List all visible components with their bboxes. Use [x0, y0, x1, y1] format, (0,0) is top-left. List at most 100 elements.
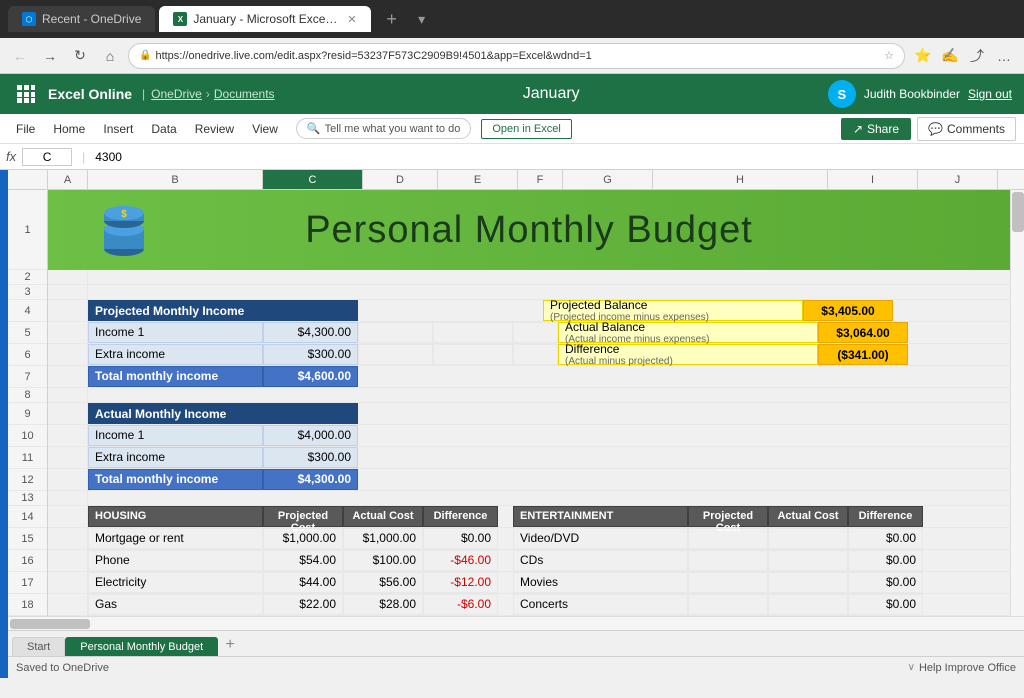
- row-header-3[interactable]: 3: [8, 285, 47, 300]
- back-button[interactable]: ←: [8, 44, 32, 68]
- proj-extra-income-value[interactable]: $300.00: [263, 344, 358, 365]
- ent-row-2-diff[interactable]: $0.00: [848, 550, 923, 571]
- col-header-d[interactable]: D: [363, 170, 438, 189]
- housing-row-2-actual[interactable]: $100.00: [343, 550, 423, 571]
- housing-row-2-label[interactable]: Phone: [88, 550, 263, 571]
- col-header-b[interactable]: B: [88, 170, 263, 189]
- actual-balance-value-cell[interactable]: $3,064.00: [818, 322, 908, 343]
- ent-row-2-label[interactable]: CDs: [513, 550, 688, 571]
- extensions-button[interactable]: ⭐: [911, 44, 935, 68]
- ent-row-3-proj[interactable]: [688, 572, 768, 593]
- open-in-excel-button[interactable]: Open in Excel: [481, 119, 571, 139]
- signout-button[interactable]: Sign out: [968, 87, 1012, 101]
- row-header-14[interactable]: 14: [8, 506, 47, 528]
- actual-total-value[interactable]: $4,300.00: [263, 469, 358, 490]
- proj-total-label[interactable]: Total monthly income: [88, 366, 263, 387]
- menu-view[interactable]: View: [244, 118, 286, 140]
- row-header-17[interactable]: 17: [8, 572, 47, 594]
- breadcrumb-documents[interactable]: Documents: [214, 87, 275, 101]
- actual-total-label[interactable]: Total monthly income: [88, 469, 263, 490]
- row-header-13[interactable]: 13: [8, 491, 47, 506]
- housing-row-1-diff[interactable]: $0.00: [423, 528, 498, 549]
- ent-row-1-actual[interactable]: [768, 528, 848, 549]
- ent-col-header[interactable]: ENTERTAINMENT: [513, 506, 688, 527]
- sheet-tab-budget[interactable]: Personal Monthly Budget: [65, 637, 218, 656]
- row-header-8[interactable]: 8: [8, 388, 47, 403]
- sheet-tab-start[interactable]: Start: [12, 637, 65, 656]
- actual-income-1-label[interactable]: Income 1: [88, 425, 263, 446]
- housing-row-1-proj[interactable]: $1,000.00: [263, 528, 343, 549]
- col-header-e[interactable]: E: [438, 170, 518, 189]
- housing-proj-header[interactable]: Projected Cost: [263, 506, 343, 527]
- housing-row-1-actual[interactable]: $1,000.00: [343, 528, 423, 549]
- ent-row-2-proj[interactable]: [688, 550, 768, 571]
- menu-insert[interactable]: Insert: [95, 118, 141, 140]
- ent-row-3-actual[interactable]: [768, 572, 848, 593]
- comments-button[interactable]: 💬 Comments: [917, 117, 1016, 141]
- housing-col-header[interactable]: HOUSING: [88, 506, 263, 527]
- actual-extra-income-label[interactable]: Extra income: [88, 447, 263, 468]
- col-header-f[interactable]: F: [518, 170, 563, 189]
- proj-balance-value-cell[interactable]: $3,405.00: [803, 300, 893, 321]
- housing-row-2-diff[interactable]: -$46.00: [423, 550, 498, 571]
- row-header-12[interactable]: 12: [8, 469, 47, 491]
- difference-label-cell[interactable]: Difference (Actual minus projected): [558, 344, 818, 365]
- actual-income-header[interactable]: Actual Monthly Income: [88, 403, 358, 424]
- tab-excel[interactable]: X January - Microsoft Exce… ✕: [159, 6, 370, 32]
- proj-income-1-label[interactable]: Income 1: [88, 322, 263, 343]
- row-header-18[interactable]: 18: [8, 594, 47, 616]
- actual-extra-income-value[interactable]: $300.00: [263, 447, 358, 468]
- account-button[interactable]: ✍: [938, 44, 962, 68]
- home-button[interactable]: ⌂: [98, 44, 122, 68]
- proj-income-header[interactable]: Projected Monthly Income: [88, 300, 358, 321]
- menu-file[interactable]: File: [8, 118, 43, 140]
- col-header-a[interactable]: A: [48, 170, 88, 189]
- ent-row-4-diff[interactable]: $0.00: [848, 594, 923, 615]
- ent-row-1-diff[interactable]: $0.00: [848, 528, 923, 549]
- proj-total-value[interactable]: $4,600.00: [263, 366, 358, 387]
- cell-reference-input[interactable]: [22, 148, 72, 166]
- ent-row-2-actual[interactable]: [768, 550, 848, 571]
- tell-me-input[interactable]: 🔍 Tell me what you want to do: [296, 118, 471, 139]
- housing-row-3-proj[interactable]: $44.00: [263, 572, 343, 593]
- housing-row-1-label[interactable]: Mortgage or rent: [88, 528, 263, 549]
- row-header-4[interactable]: 4: [8, 300, 47, 322]
- ent-row-4-label[interactable]: Concerts: [513, 594, 688, 615]
- housing-actual-header[interactable]: Actual Cost: [343, 506, 423, 527]
- scrollbar-thumb[interactable]: [1012, 192, 1024, 232]
- skype-icon[interactable]: S: [828, 80, 856, 108]
- settings-button[interactable]: …: [992, 44, 1016, 68]
- h-scrollbar-thumb[interactable]: [10, 619, 90, 629]
- breadcrumb-onedrive[interactable]: OneDrive: [151, 87, 202, 101]
- address-bar[interactable]: 🔒 https://onedrive.live.com/edit.aspx?re…: [128, 43, 905, 69]
- ent-row-3-label[interactable]: Movies: [513, 572, 688, 593]
- ent-row-3-diff[interactable]: $0.00: [848, 572, 923, 593]
- ent-actual-header[interactable]: Actual Cost: [768, 506, 848, 527]
- ent-row-1-proj[interactable]: [688, 528, 768, 549]
- row-header-16[interactable]: 16: [8, 550, 47, 572]
- proj-balance-label-cell[interactable]: Projected Balance (Projected income minu…: [543, 300, 803, 321]
- new-tab-button[interactable]: +: [379, 6, 405, 32]
- row-header-2[interactable]: 2: [8, 270, 47, 285]
- col-header-c[interactable]: C: [263, 170, 363, 189]
- ent-row-4-actual[interactable]: [768, 594, 848, 615]
- tab-list-button[interactable]: ▾: [409, 6, 435, 32]
- ent-row-1-label[interactable]: Video/DVD: [513, 528, 688, 549]
- housing-row-2-proj[interactable]: $54.00: [263, 550, 343, 571]
- tab-onedrive[interactable]: ⬡ Recent - OneDrive: [8, 6, 155, 32]
- row-header-9[interactable]: 9: [8, 403, 47, 425]
- menu-home[interactable]: Home: [45, 118, 93, 140]
- housing-row-3-label[interactable]: Electricity: [88, 572, 263, 593]
- row-header-7[interactable]: 7: [8, 366, 47, 388]
- actual-income-1-value[interactable]: $4,000.00: [263, 425, 358, 446]
- vertical-scrollbar[interactable]: [1010, 190, 1024, 616]
- housing-row-4-proj[interactable]: $22.00: [263, 594, 343, 615]
- actual-balance-label-cell[interactable]: Actual Balance (Actual income minus expe…: [558, 322, 818, 343]
- ent-proj-header[interactable]: Projected Cost: [688, 506, 768, 527]
- bookmark-icon[interactable]: ☆: [884, 49, 894, 62]
- row-header-6[interactable]: 6: [8, 344, 47, 366]
- housing-row-4-actual[interactable]: $28.00: [343, 594, 423, 615]
- horizontal-scrollbar[interactable]: [8, 616, 1024, 630]
- col-header-i[interactable]: I: [828, 170, 918, 189]
- menu-data[interactable]: Data: [143, 118, 184, 140]
